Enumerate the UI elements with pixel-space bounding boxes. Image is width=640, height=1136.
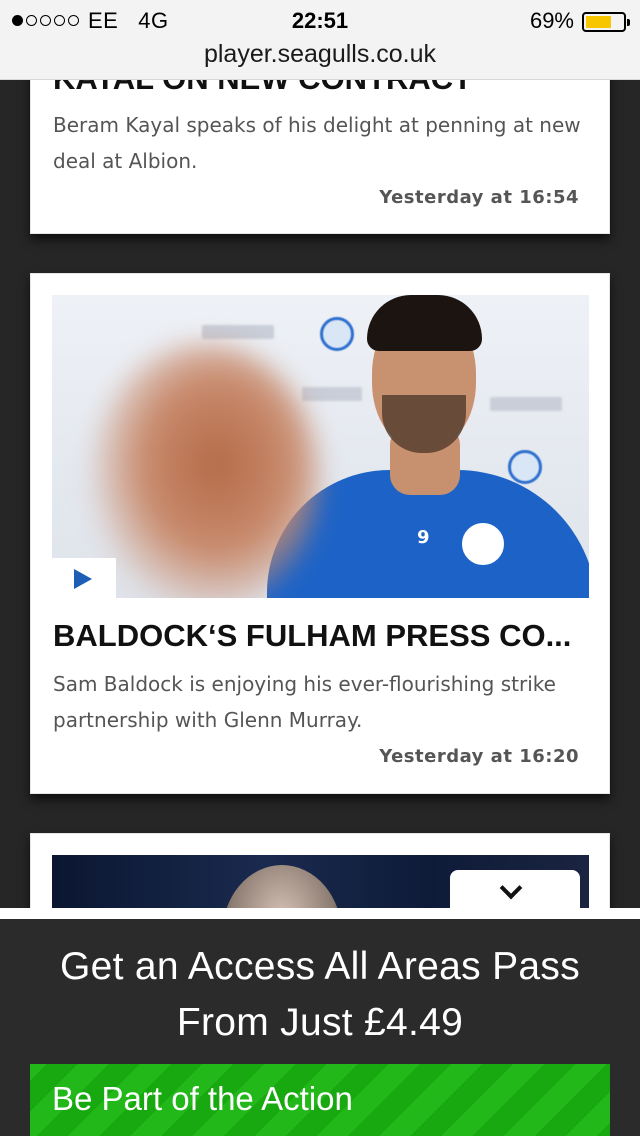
article-card[interactable]: 9 BALDOCK‘S FULHAM PRESS CO... Sam Baldo… — [30, 273, 610, 794]
play-button[interactable] — [52, 558, 116, 598]
battery-icon — [582, 12, 630, 32]
status-bar: EE 4G 22:51 69% player.seagulls.co.uk — [0, 0, 640, 80]
play-icon — [74, 569, 92, 589]
player-hair — [367, 295, 482, 351]
club-crest-icon — [508, 450, 542, 484]
article-timestamp: Yesterday at 16:20 — [379, 746, 579, 767]
article-description: Sam Baldock is enjoying his ever-flouris… — [53, 672, 556, 732]
chevron-down-icon — [499, 876, 523, 900]
article-thumbnail[interactable]: 9 — [52, 295, 589, 598]
promo-headline-line2: From Just £4.49 — [176, 1001, 464, 1044]
article-title[interactable]: BALDOCK‘S FULHAM PRESS CO... — [53, 618, 587, 654]
battery-fill — [586, 16, 611, 28]
article-description: Beram Kayal speaks of his delight at pen… — [53, 113, 581, 173]
sponsor-logo — [490, 397, 562, 411]
sponsor-logo — [202, 325, 274, 339]
blurred-foreground — [90, 343, 320, 598]
promo-banner: Get an Access All Areas Pass From Just £… — [0, 908, 640, 1136]
shirt-number: 9 — [417, 527, 430, 548]
club-crest-icon — [320, 317, 354, 351]
shirt-crest-icon — [458, 519, 508, 569]
sponsor-logo — [302, 387, 362, 401]
collapse-promo-button[interactable] — [450, 870, 580, 918]
promo-cta-button[interactable]: Be Part of the Action — [30, 1064, 610, 1136]
promo-headline: Get an Access All Areas Pass From Just £… — [0, 939, 640, 1051]
promo-headline-line1: Get an Access All Areas Pass — [60, 945, 580, 988]
address-bar-url[interactable]: player.seagulls.co.uk — [0, 40, 640, 69]
battery-percent: 69% — [529, 8, 574, 33]
promo-cta-label: Be Part of the Action — [52, 1080, 353, 1117]
article-timestamp: Yesterday at 16:54 — [379, 187, 579, 208]
